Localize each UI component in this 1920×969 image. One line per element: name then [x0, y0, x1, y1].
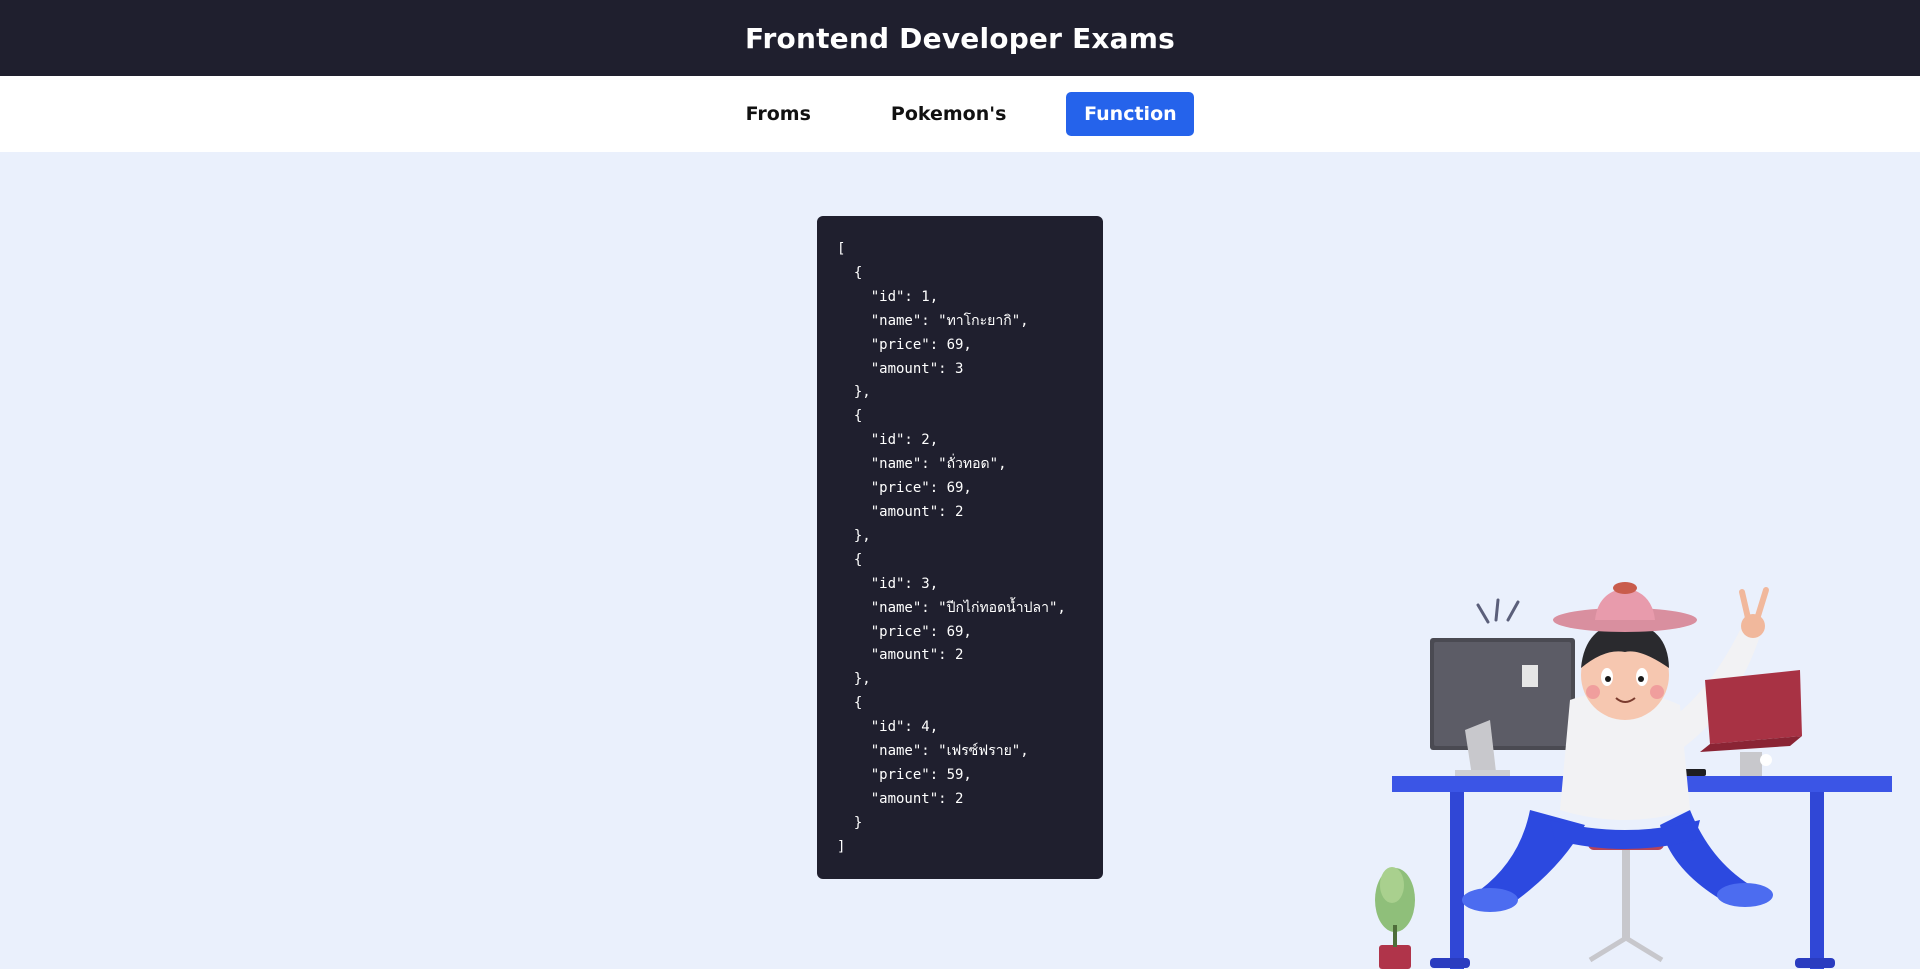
developer-illustration: [1375, 582, 1892, 969]
tab-pokemons[interactable]: Pokemon's: [871, 92, 1027, 136]
json-output-text: [ { "id": 1, "name": "ทาโกะยากิ", "price…: [837, 241, 1066, 855]
top-header: Frontend Developer Exams: [0, 0, 1920, 76]
tab-froms[interactable]: Froms: [726, 92, 831, 136]
office-chair-icon: [1588, 836, 1664, 963]
monitor-icon: [1430, 638, 1575, 776]
main-nav: Froms Pokemon's Function: [0, 76, 1920, 152]
json-output-panel: [ { "id": 1, "name": "ทาโกะยากิ", "price…: [817, 216, 1103, 879]
laptop-icon: [1700, 670, 1802, 776]
tab-function[interactable]: Function: [1066, 92, 1195, 136]
page-title: Frontend Developer Exams: [744, 21, 1176, 55]
potted-plant-icon: [1375, 867, 1415, 969]
